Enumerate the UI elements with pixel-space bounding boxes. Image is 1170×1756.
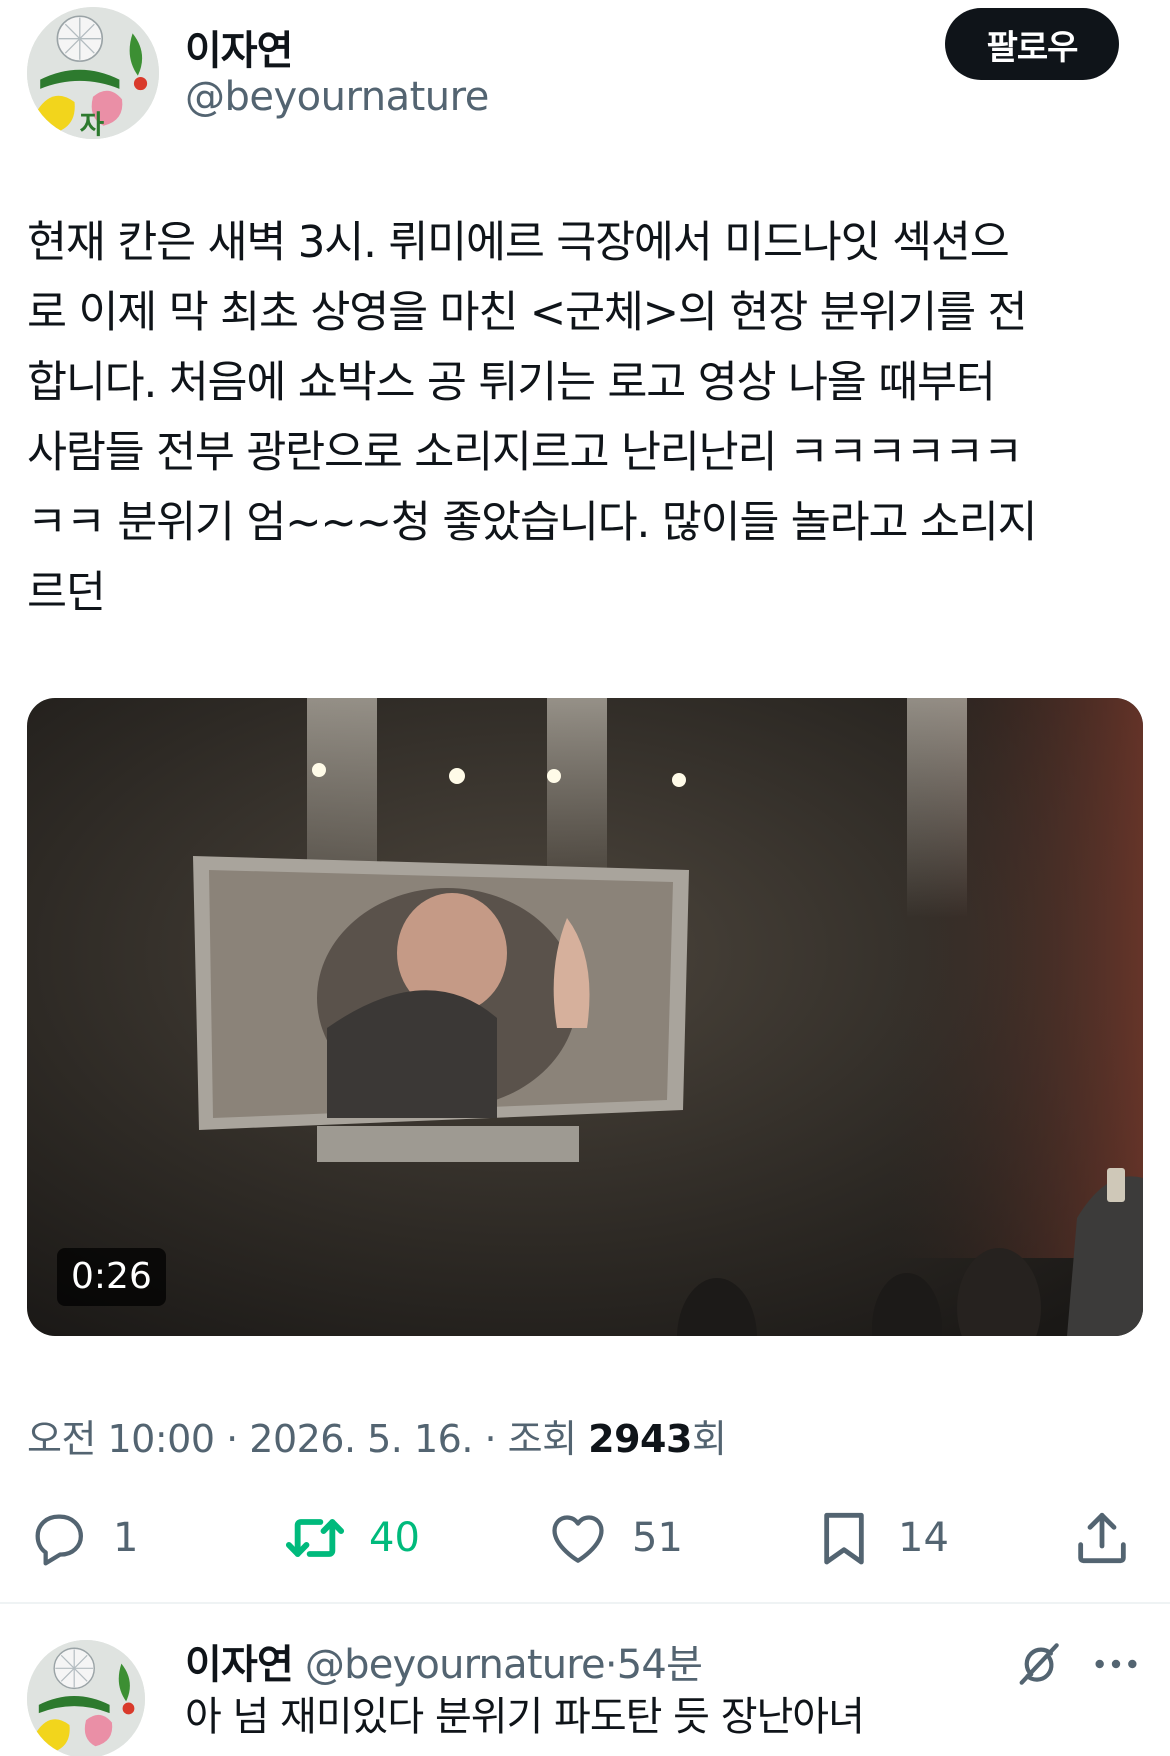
author-avatar[interactable]: 자 (27, 7, 159, 139)
follow-button[interactable]: 팔로우 (945, 8, 1119, 80)
grok-icon (1019, 1643, 1059, 1685)
divider (0, 1602, 1170, 1604)
author-name[interactable]: 이자연 (185, 18, 293, 76)
views-label: 조회 (507, 1417, 577, 1461)
reply-text: 아 넘 재미있다 분위기 파도탄 듯 장난아녀 (185, 1694, 865, 1740)
views-count: 2943 (588, 1417, 692, 1461)
reply-count: 1 (113, 1515, 139, 1561)
meta-separator: · (472, 1417, 508, 1461)
meta-separator: · (214, 1417, 250, 1461)
like-button[interactable]: 51 (546, 1503, 683, 1573)
reply-author-handle[interactable]: @beyournature (305, 1642, 606, 1688)
more-button[interactable] (1088, 1636, 1144, 1692)
svg-text:자: 자 (80, 110, 105, 139)
bookmark-count: 14 (898, 1515, 949, 1561)
reply-author-name[interactable]: 이자연 (185, 1642, 294, 1688)
reply-separator: · (604, 1642, 618, 1688)
reply-author-avatar[interactable] (27, 1640, 145, 1756)
post-meta: 오전 10:00 · 2026. 5. 16. · 조회 2943회 (27, 1408, 727, 1463)
reply-header: 이자연 @beyournature·54분 (185, 1632, 703, 1690)
retweet-button[interactable]: 40 (283, 1503, 420, 1573)
bookmark-button[interactable]: 14 (812, 1503, 949, 1573)
author-handle[interactable]: @beyournature (185, 74, 489, 120)
share-button[interactable] (1070, 1503, 1156, 1573)
reply-time[interactable]: 54분 (617, 1642, 703, 1688)
bookmark-icon (824, 1512, 864, 1565)
views-suffix: 회 (691, 1417, 727, 1461)
post-text: 현재 칸은 새벽 3시. 뤼미에르 극장에서 미드나잇 섹션으 로 이제 막 최… (27, 218, 1038, 618)
like-count: 51 (632, 1515, 683, 1561)
video-duration: 0:26 (57, 1248, 166, 1306)
more-icon (1095, 1659, 1137, 1669)
share-icon (1078, 1512, 1126, 1564)
post-video[interactable]: 0:26 (27, 698, 1143, 1336)
grok-button[interactable] (1010, 1636, 1066, 1692)
post-time[interactable]: 오전 10:00 (27, 1417, 215, 1461)
reply-icon (35, 1514, 83, 1566)
retweet-count: 40 (369, 1515, 420, 1561)
reply-button[interactable]: 1 (27, 1503, 138, 1573)
post-date[interactable]: 2026. 5. 16. (249, 1417, 473, 1461)
like-icon (552, 1515, 604, 1563)
retweet-icon (285, 1519, 345, 1557)
